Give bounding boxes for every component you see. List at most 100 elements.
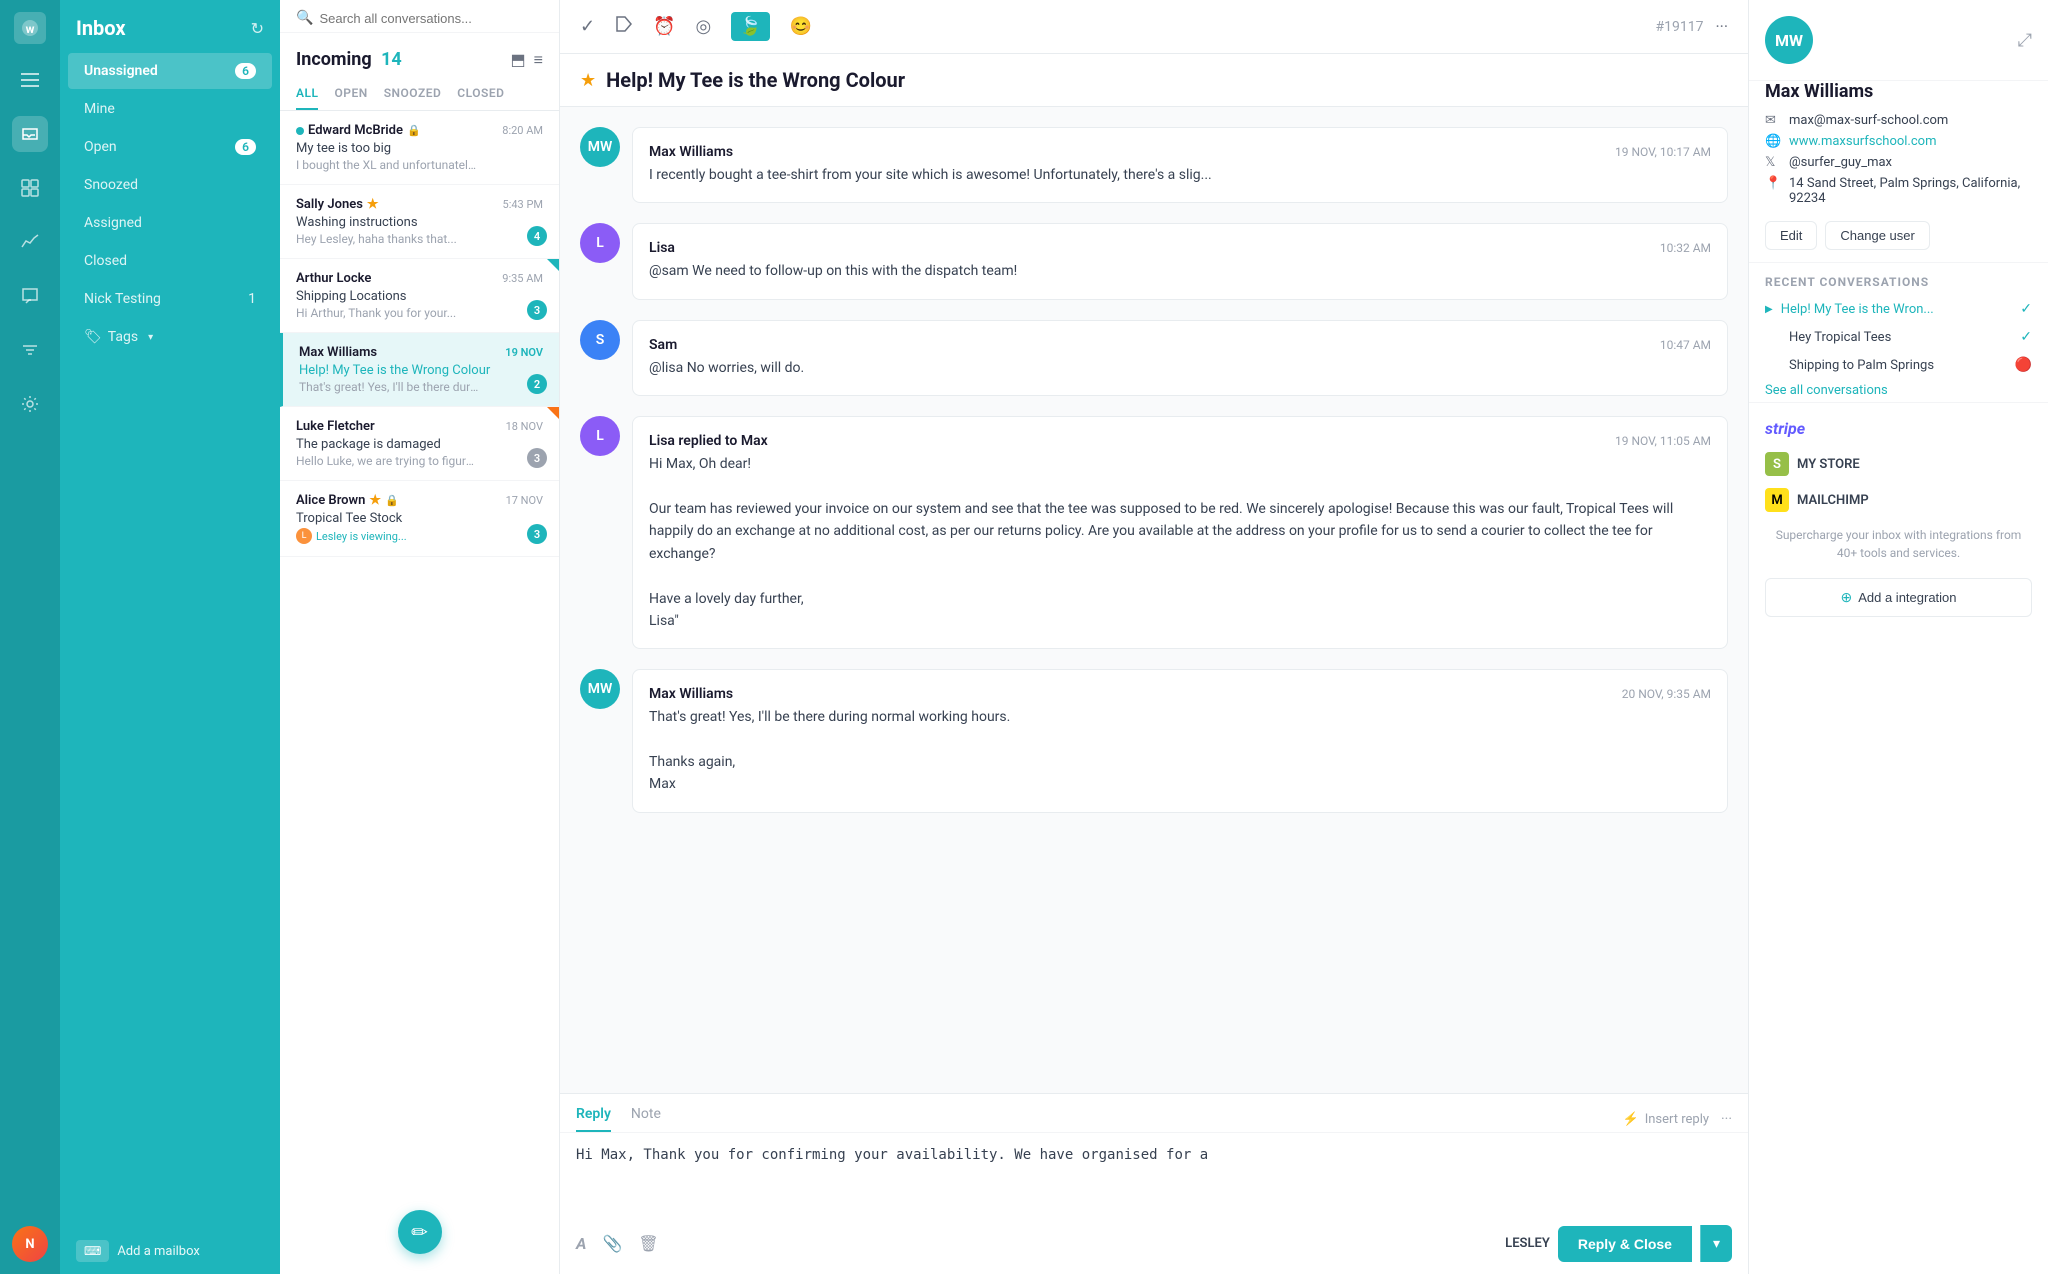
- sidebar-item-mine[interactable]: Mine: [68, 91, 272, 127]
- tab-open[interactable]: OPEN: [334, 78, 367, 110]
- chat-nav-icon[interactable]: [12, 278, 48, 314]
- conv-item-3[interactable]: Arthur Locke 9:35 AM Shipping Locations …: [280, 259, 559, 333]
- contact-twitter-row: 𝕏 @surfer_guy_max: [1765, 152, 2032, 173]
- sidebar-item-nick-testing[interactable]: Nick Testing 1: [68, 281, 272, 317]
- star-icon[interactable]: ★: [580, 70, 596, 91]
- conversation-id: #19117: [1655, 19, 1703, 35]
- keyboard-icon[interactable]: ⌨: [76, 1240, 109, 1262]
- conv-items-wrapper: Edward McBride 🔒 8:20 AM My tee is too b…: [280, 111, 559, 1274]
- message-row-2: L Lisa 10:32 AM @sam We need to follow-u…: [580, 223, 1728, 299]
- tab-snoozed[interactable]: SNOOZED: [384, 78, 442, 110]
- conv-preview: Hello Luke, we are trying to figure...: [296, 454, 476, 468]
- sidebar-item-snoozed[interactable]: Snoozed: [68, 167, 272, 203]
- msg-text-2: @sam We need to follow-up on this with t…: [649, 260, 1711, 282]
- conv-badge: 3: [527, 524, 547, 544]
- reply-more-icon[interactable]: ···: [1721, 1111, 1732, 1127]
- sidebar-item-unassigned[interactable]: Unassigned 6: [68, 53, 272, 89]
- user-avatar-nav[interactable]: N: [12, 1226, 48, 1262]
- globe-icon: 🌐: [1765, 134, 1781, 149]
- star-icon: ★: [369, 493, 381, 508]
- sidebar-item-closed[interactable]: Closed: [68, 243, 272, 279]
- label-icon[interactable]: [615, 15, 633, 38]
- conv-toolbar: ✓ ⏰ ◎ 🍃 😊 #19117 ···: [560, 0, 1748, 54]
- insert-reply-button[interactable]: ⚡ Insert reply: [1623, 1112, 1710, 1127]
- compose-button[interactable]: ✏: [398, 1210, 442, 1254]
- conv-item-2[interactable]: Sally Jones ★ 5:43 PM Washing instructio…: [280, 185, 559, 259]
- tab-all[interactable]: ALL: [296, 78, 318, 110]
- checkmark-icon[interactable]: ✓: [580, 16, 595, 37]
- inbox-nav-icon[interactable]: [12, 116, 48, 152]
- msg-sender-3: Sam: [649, 337, 677, 353]
- grid-nav-icon[interactable]: [12, 170, 48, 206]
- filter-nav-icon[interactable]: [12, 332, 48, 368]
- conv-time: 8:20 AM: [502, 124, 543, 137]
- conv-item-1[interactable]: Edward McBride 🔒 8:20 AM My tee is too b…: [280, 111, 559, 185]
- attach-icon[interactable]: 📎: [602, 1234, 622, 1253]
- text-format-icon[interactable]: A: [576, 1234, 586, 1253]
- sidebar-tags[interactable]: 🏷 Tags ▾: [68, 319, 272, 355]
- msg-header-5: Max Williams 20 NOV, 9:35 AM: [649, 686, 1711, 702]
- conv-items: Edward McBride 🔒 8:20 AM My tee is too b…: [280, 111, 559, 1274]
- more-options-icon[interactable]: ···: [1715, 17, 1728, 36]
- mailchimp-icon: M: [1765, 488, 1789, 512]
- conv-preview: That's great! Yes, I'll be there duri...: [299, 380, 479, 394]
- expand-icon[interactable]: ⤢: [2018, 30, 2032, 51]
- delete-icon[interactable]: 🗑: [638, 1234, 658, 1253]
- message-content-2: Lisa 10:32 AM @sam We need to follow-up …: [632, 223, 1728, 299]
- tab-closed[interactable]: CLOSED: [457, 78, 504, 110]
- contact-website[interactable]: www.maxsurfschool.com: [1789, 134, 1936, 149]
- recent-conv-item-2[interactable]: Hey Tropical Tees ✓: [1749, 323, 2048, 351]
- reply-tab-actions: ⚡ Insert reply ···: [1623, 1106, 1732, 1132]
- shopify-label: MY STORE: [1797, 457, 1860, 472]
- sidebar-item-assigned[interactable]: Assigned: [68, 205, 272, 241]
- filter-list-icon[interactable]: ≡: [534, 50, 543, 70]
- sidebar-bottom: ⌨ Add a mailbox: [60, 1228, 280, 1274]
- add-integration-button[interactable]: ⊕ Add a integration: [1765, 578, 2032, 617]
- msg-time-5: 20 NOV, 9:35 AM: [1622, 687, 1711, 701]
- contact-avatar: MW: [1765, 16, 1813, 64]
- menu-icon[interactable]: [12, 62, 48, 98]
- change-user-button[interactable]: Change user: [1825, 221, 1929, 250]
- edit-contact-button[interactable]: Edit: [1765, 221, 1817, 250]
- add-mailbox-button[interactable]: Add a mailbox: [117, 1244, 200, 1259]
- recent-conv-item-3[interactable]: Shipping to Palm Springs 🔴: [1749, 351, 2048, 379]
- conv-time: 5:43 PM: [503, 198, 543, 211]
- sender-avatar-2: L: [580, 223, 620, 263]
- conv-item-6[interactable]: Alice Brown ★ 🔒 17 NOV Tropical Tee Stoc…: [280, 481, 559, 557]
- refresh-icon[interactable]: ↻: [251, 19, 264, 38]
- conv-sender-name: Sally Jones: [296, 197, 363, 212]
- insert-reply-label: Insert reply: [1645, 1112, 1709, 1127]
- reply-tabs: Reply Note ⚡ Insert reply ···: [560, 1094, 1748, 1133]
- msg-header-1: Max Williams 19 NOV, 10:17 AM: [649, 144, 1711, 160]
- reply-dropdown-button[interactable]: ▾: [1700, 1225, 1732, 1262]
- sidebar-item-label: Assigned: [84, 215, 142, 231]
- conv-item-4[interactable]: Max Williams 19 NOV Help! My Tee is the …: [280, 333, 559, 407]
- reply-textarea[interactable]: Hi Max, Thank you for confirming your av…: [560, 1133, 1748, 1213]
- sidebar-badge-nick: 1: [248, 291, 256, 307]
- assign-icon[interactable]: ◎: [696, 16, 712, 37]
- contact-address-row: 📍 14 Sand Street, Palm Springs, Californ…: [1765, 173, 2032, 209]
- see-all-conversations-link[interactable]: See all conversations: [1749, 379, 2048, 402]
- analytics-nav-icon[interactable]: [12, 224, 48, 260]
- app-logo[interactable]: w: [14, 12, 46, 44]
- archive-icon[interactable]: ⬒: [511, 50, 526, 70]
- search-input[interactable]: [319, 11, 543, 26]
- main-conversation: ✓ ⏰ ◎ 🍃 😊 #19117 ··· ★ Help! My Tee is t…: [560, 0, 1748, 1274]
- settings-nav-icon[interactable]: [12, 386, 48, 422]
- sender-avatar-5: MW: [580, 669, 620, 709]
- clock-icon[interactable]: ⏰: [653, 16, 675, 37]
- conv-item-5[interactable]: Luke Fletcher 18 NOV The package is dama…: [280, 407, 559, 481]
- mailchimp-integration[interactable]: M MAILCHIMP: [1765, 482, 2032, 518]
- reply-close-button[interactable]: Reply & Close: [1558, 1226, 1692, 1262]
- recent-conv-item-1[interactable]: ▶ Help! My Tee is the Wron... ✓: [1749, 295, 2048, 323]
- tag-icon: 🏷: [84, 329, 102, 345]
- sidebar-item-label: Unassigned: [84, 63, 158, 79]
- emoji-active-icon[interactable]: 🍃: [731, 12, 769, 41]
- tab-reply[interactable]: Reply: [576, 1106, 611, 1132]
- shopify-integration[interactable]: S MY STORE: [1765, 446, 2032, 482]
- sidebar-item-open[interactable]: Open 6: [68, 129, 272, 165]
- mood-icon[interactable]: 😊: [790, 16, 812, 37]
- tab-note[interactable]: Note: [631, 1106, 661, 1132]
- chevron-down-icon: ▾: [148, 332, 153, 343]
- sender-avatar-4: L: [580, 416, 620, 456]
